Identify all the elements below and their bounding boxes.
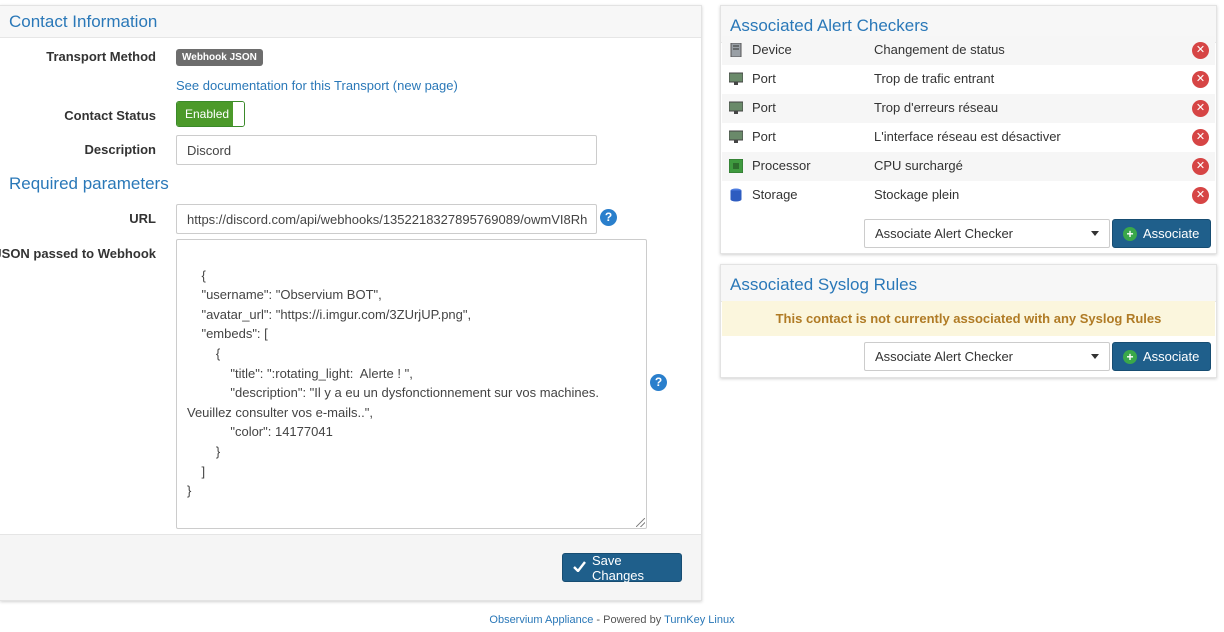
turnkey-linux-link[interactable]: TurnKey Linux bbox=[664, 614, 735, 626]
remove-icon[interactable]: ✕ bbox=[1192, 100, 1209, 117]
alert-type: Device bbox=[752, 42, 792, 57]
observium-appliance-link[interactable]: Observium Appliance bbox=[489, 614, 593, 626]
json-label: JSON passed to Webhook bbox=[0, 246, 156, 261]
alert-type: Port bbox=[752, 71, 776, 86]
page-footer: Observium Appliance - Powered by TurnKey… bbox=[0, 614, 1224, 626]
alert-checker-row: Storage Stockage plein ✕ bbox=[722, 181, 1215, 210]
transport-method-label: Transport Method bbox=[46, 49, 156, 64]
alert-name: Changement de status bbox=[874, 42, 1005, 57]
required-parameters-title: Required parameters bbox=[9, 174, 169, 193]
alert-name: L'interface réseau est désactiver bbox=[874, 129, 1061, 144]
contact-information-panel: Contact Information Transport Method Web… bbox=[0, 5, 702, 601]
chevron-down-icon bbox=[1091, 231, 1099, 236]
panel-title: Associated Syslog Rules bbox=[721, 265, 1216, 302]
json-text: { "username": "Observium BOT", "avatar_u… bbox=[187, 267, 599, 499]
remove-icon[interactable]: ✕ bbox=[1192, 71, 1209, 88]
description-label: Description bbox=[84, 142, 156, 157]
remove-icon[interactable]: ✕ bbox=[1192, 129, 1209, 146]
alert-name: Trop d'erreurs réseau bbox=[874, 100, 999, 115]
select-value: Associate Alert Checker bbox=[875, 349, 1014, 364]
device-icon bbox=[729, 42, 743, 58]
url-label: URL bbox=[129, 211, 156, 226]
plus-icon: + bbox=[1123, 226, 1137, 241]
resize-grip-icon[interactable] bbox=[636, 518, 645, 527]
panel-title: Contact Information bbox=[0, 6, 701, 38]
remove-icon[interactable]: ✕ bbox=[1192, 42, 1209, 59]
documentation-link[interactable]: See documentation for this Transport (ne… bbox=[176, 78, 458, 93]
associated-syslog-rules-panel: Associated Syslog Rules This contact is … bbox=[720, 264, 1217, 378]
port-icon bbox=[728, 130, 744, 144]
select-value: Associate Alert Checker bbox=[875, 226, 1014, 241]
port-icon bbox=[728, 101, 744, 115]
associate-label: Associate bbox=[1143, 349, 1200, 364]
alert-name: Trop de trafic entrant bbox=[874, 71, 995, 86]
syslog-rule-select[interactable]: Associate Alert Checker bbox=[864, 342, 1110, 371]
alert-type: Storage bbox=[752, 187, 798, 202]
url-help-icon[interactable]: ? bbox=[600, 209, 617, 226]
toggle-handle bbox=[233, 102, 244, 126]
alert-type: Port bbox=[752, 100, 776, 115]
alert-type: Processor bbox=[752, 158, 811, 173]
transport-method-badge: Webhook JSON bbox=[176, 49, 263, 66]
alert-checker-row: Port Trop d'erreurs réseau ✕ bbox=[722, 94, 1215, 123]
alert-checker-select[interactable]: Associate Alert Checker bbox=[864, 219, 1110, 248]
save-changes-button[interactable]: Save Changes bbox=[562, 552, 682, 583]
associate-button[interactable]: + Associate bbox=[1112, 219, 1211, 248]
url-input[interactable]: https://discord.com/api/webhooks/1352218… bbox=[176, 204, 597, 234]
processor-icon bbox=[728, 158, 744, 174]
alert-checker-row: Processor CPU surchargé ✕ bbox=[722, 152, 1215, 181]
storage-icon bbox=[729, 188, 743, 202]
associate-label: Associate bbox=[1143, 226, 1200, 241]
alert-checker-row: Port L'interface réseau est désactiver ✕ bbox=[722, 123, 1215, 152]
associate-controls: Associate Alert Checker + Associate bbox=[722, 215, 1215, 255]
alert-checker-row: Device Changement de status ✕ bbox=[722, 36, 1215, 65]
alert-type: Port bbox=[752, 129, 776, 144]
remove-icon[interactable]: ✕ bbox=[1192, 158, 1209, 175]
description-input[interactable]: Discord bbox=[176, 135, 597, 165]
contact-status-toggle[interactable]: Enabled bbox=[176, 101, 245, 127]
alert-name: Stockage plein bbox=[874, 187, 960, 202]
chevron-down-icon bbox=[1091, 354, 1099, 359]
json-help-icon[interactable]: ? bbox=[650, 374, 667, 391]
associate-button[interactable]: + Associate bbox=[1112, 342, 1211, 371]
powered-by-text: - Powered by bbox=[593, 614, 665, 626]
alert-checker-row: Port Trop de trafic entrant ✕ bbox=[722, 65, 1215, 94]
alert-name: CPU surchargé bbox=[874, 158, 963, 173]
check-icon bbox=[573, 560, 586, 575]
contact-status-label: Contact Status bbox=[64, 108, 156, 123]
remove-icon[interactable]: ✕ bbox=[1192, 187, 1209, 204]
toggle-on-label: Enabled bbox=[177, 102, 235, 126]
plus-icon: + bbox=[1123, 349, 1137, 364]
port-icon bbox=[728, 72, 744, 86]
associate-controls: Associate Alert Checker + Associate bbox=[722, 338, 1215, 378]
json-textarea[interactable]: { "username": "Observium BOT", "avatar_u… bbox=[176, 239, 647, 529]
save-label: Save Changes bbox=[592, 552, 645, 583]
no-syslog-rules-warning: This contact is not currently associated… bbox=[722, 301, 1215, 336]
associated-alert-checkers-panel: Associated Alert Checkers Device Changem… bbox=[720, 5, 1217, 254]
